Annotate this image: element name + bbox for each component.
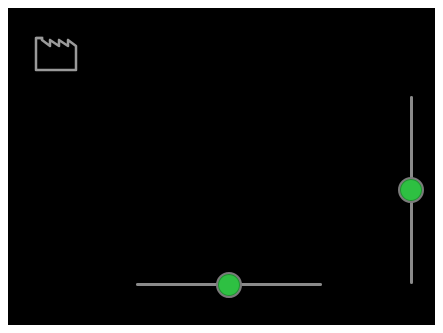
display-screen [8,8,435,325]
horizontal-slider-knob[interactable] [216,272,242,298]
factory-icon [32,28,82,78]
vertical-slider[interactable] [396,96,426,284]
vertical-slider-knob[interactable] [398,177,424,203]
horizontal-slider[interactable] [136,270,322,300]
